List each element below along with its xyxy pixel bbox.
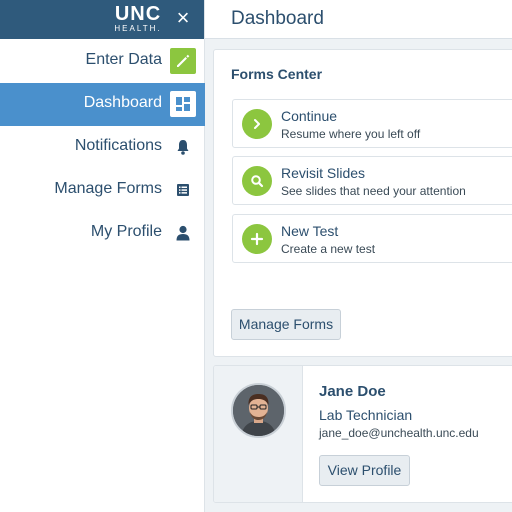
- sidebar-item-notifications[interactable]: Notifications: [0, 126, 205, 169]
- sidebar: UNC HEALTH. × Enter Data Dashboard Notif…: [0, 0, 205, 512]
- page-title: Dashboard: [231, 8, 324, 29]
- revisit-slides-card[interactable]: Revisit Slides See slides that need your…: [232, 156, 512, 205]
- bell-icon: [170, 134, 196, 160]
- profile-role: Lab Technician: [319, 407, 413, 423]
- sidebar-item-label: My Profile: [90, 223, 162, 240]
- sidebar-item-label: Manage Forms: [54, 180, 162, 197]
- manage-forms-button[interactable]: Manage Forms: [231, 309, 341, 340]
- card-title: Revisit Slides: [281, 165, 366, 181]
- sidebar-item-enter-data[interactable]: Enter Data: [0, 40, 205, 83]
- forms-center-panel: Forms Center Continue Resume where you l…: [213, 49, 512, 357]
- logo-text-sub: HEALTH.: [114, 24, 162, 33]
- list-icon: [170, 177, 196, 203]
- top-bar: Dashboard: [205, 0, 512, 39]
- sidebar-item-label: Enter Data: [85, 51, 162, 68]
- sidebar-item-my-profile[interactable]: My Profile: [0, 212, 205, 255]
- forms-center-title: Forms Center: [231, 66, 323, 82]
- brand-bar: UNC HEALTH. ×: [0, 0, 204, 39]
- magnifier-icon: [242, 166, 272, 196]
- sidebar-item-dashboard[interactable]: Dashboard: [0, 83, 205, 126]
- card-subtitle: Resume where you left off: [281, 127, 421, 141]
- plus-icon: [242, 224, 272, 254]
- sidebar-item-label: Notifications: [74, 137, 162, 154]
- card-title: New Test: [281, 223, 339, 239]
- new-test-card[interactable]: New Test Create a new test: [232, 214, 512, 263]
- card-subtitle: See slides that need your attention: [281, 184, 466, 198]
- sidebar-item-manage-forms[interactable]: Manage Forms: [0, 169, 205, 212]
- pencil-icon: [170, 48, 196, 74]
- profile-name: Jane Doe: [319, 383, 386, 400]
- card-title: Continue: [281, 108, 338, 124]
- avatar: [231, 383, 286, 438]
- profile-email: jane_doe@unchealth.unc.edu: [319, 426, 479, 440]
- view-profile-button[interactable]: View Profile: [319, 455, 410, 486]
- profile-avatar-column: [214, 366, 303, 502]
- logo-text-main: UNC: [114, 3, 162, 25]
- user-icon: [170, 220, 196, 246]
- unc-health-logo: UNC HEALTH.: [112, 3, 164, 34]
- dashboard-grid-icon: [170, 91, 196, 117]
- chevron-right-icon: [242, 109, 272, 139]
- close-icon[interactable]: ×: [172, 6, 194, 30]
- profile-card: Jane Doe Lab Technician jane_doe@uncheal…: [213, 365, 512, 503]
- continue-card[interactable]: Continue Resume where you left off: [232, 99, 512, 148]
- sidebar-item-label: Dashboard: [83, 94, 162, 111]
- card-subtitle: Create a new test: [281, 242, 376, 256]
